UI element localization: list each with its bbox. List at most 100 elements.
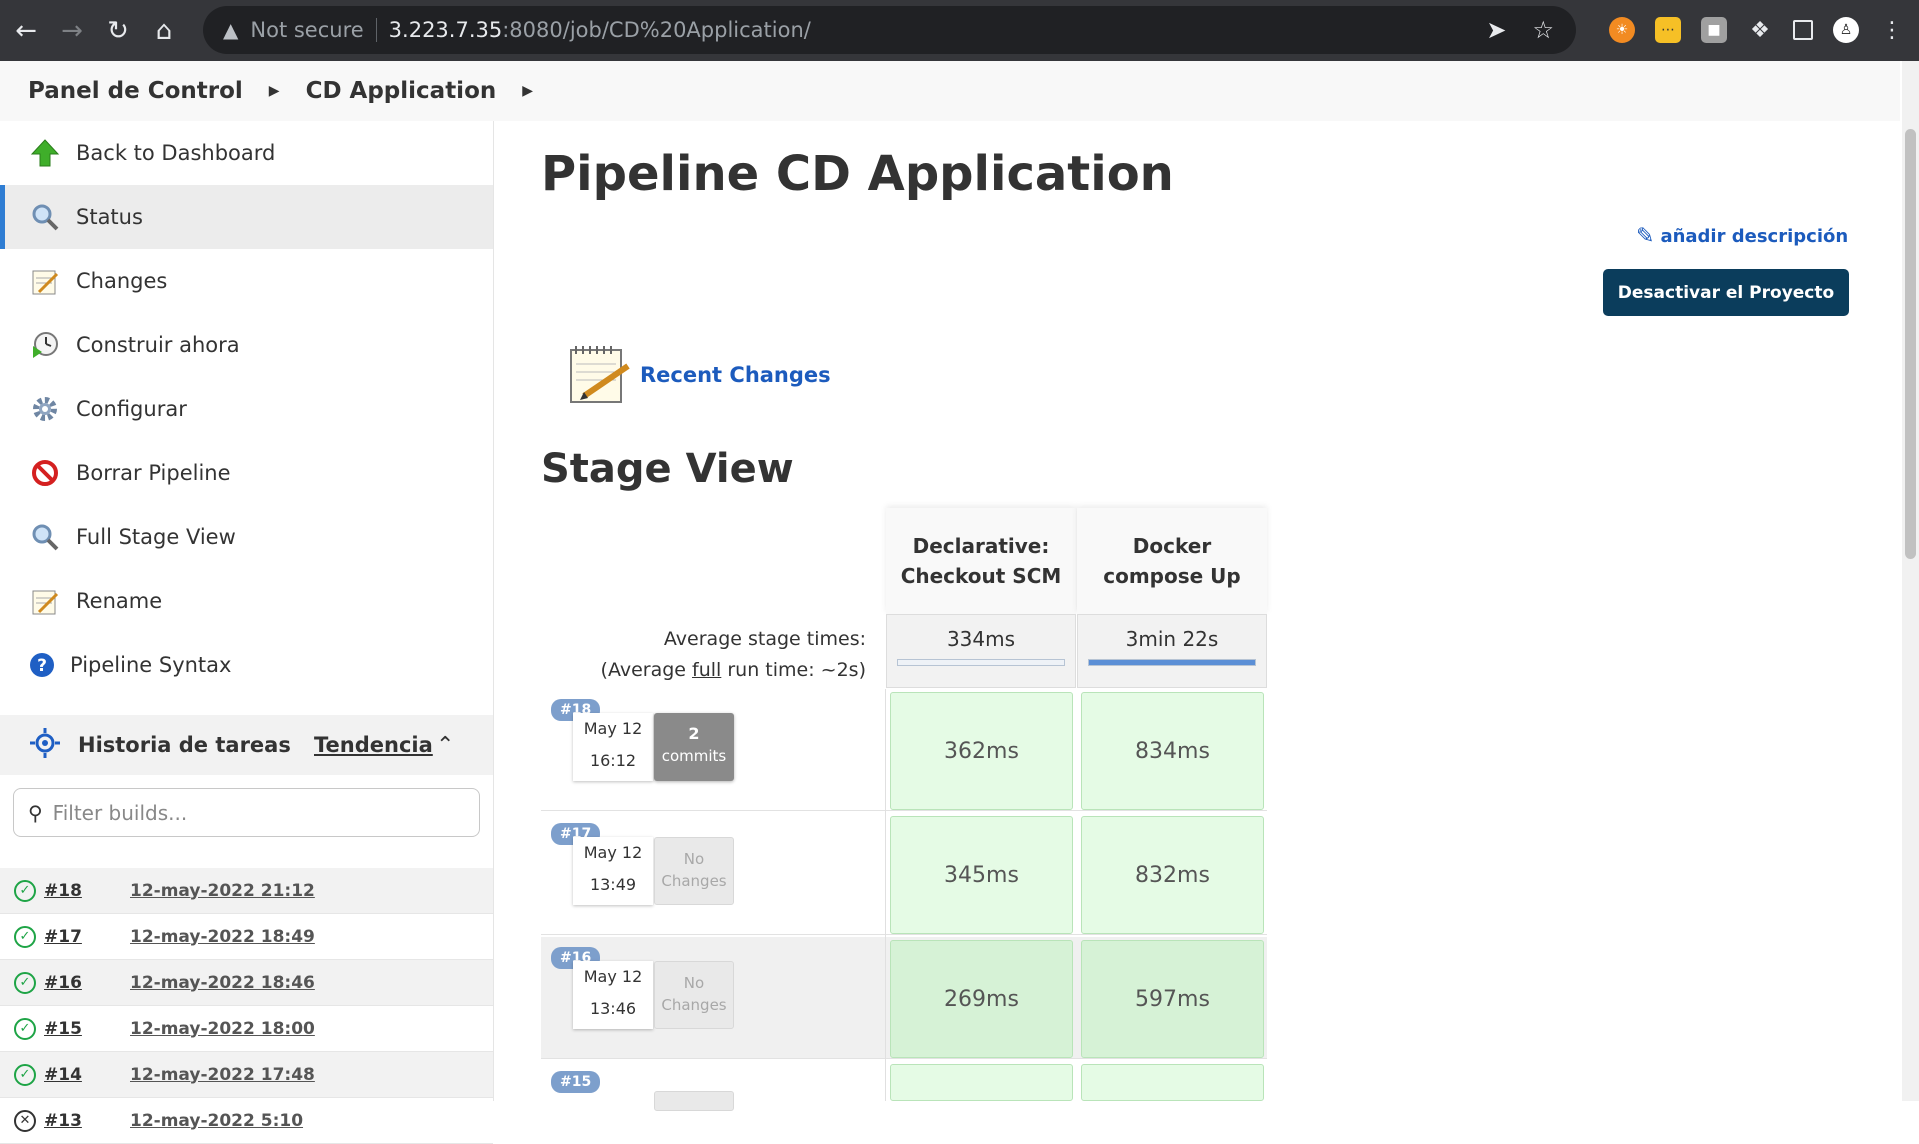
stage-cell[interactable]: 269ms: [890, 940, 1073, 1058]
stage-cell[interactable]: 834ms: [1081, 692, 1264, 810]
breadcrumb: Panel de Control ▶ CD Application ▶: [0, 61, 1900, 121]
success-icon: ✓: [14, 971, 36, 994]
build-date[interactable]: 12-may-2022 18:49: [130, 927, 315, 947]
sidebar: Back to Dashboard Status Changes Constru…: [0, 121, 494, 1144]
recent-changes-label: Recent Changes: [640, 363, 831, 387]
stage-header: Declarative: Checkout SCM: [886, 508, 1076, 614]
notepad-icon: [28, 584, 62, 618]
build-row[interactable]: ✓ #16 12-may-2022 18:46: [0, 960, 493, 1006]
commits-card[interactable]: 2 commits: [654, 713, 734, 781]
build-date[interactable]: 12-may-2022 17:48: [130, 1065, 315, 1085]
build-number[interactable]: #18: [44, 881, 130, 901]
back-icon[interactable]: ←: [6, 11, 46, 51]
build-history-header: Historia de tareas Tendencia ⌃: [0, 715, 493, 775]
success-icon: ✓: [14, 1017, 36, 1040]
success-icon: ✓: [14, 879, 36, 902]
build-date[interactable]: 12-may-2022 21:12: [130, 881, 315, 901]
build-row[interactable]: ✕ #13 12-may-2022 5:10: [0, 1098, 493, 1144]
chevron-right-icon[interactable]: ▶: [269, 83, 280, 99]
stage-cell[interactable]: [1081, 1064, 1264, 1101]
svg-text:?: ?: [37, 656, 47, 676]
sidebar-item-build-now[interactable]: Construir ahora: [0, 313, 493, 377]
no-changes-card: No Changes: [654, 837, 734, 905]
success-icon: ✓: [14, 1063, 36, 1086]
sidebar-item-full-stage-view[interactable]: Full Stage View: [0, 505, 493, 569]
filter-builds-input[interactable]: ⚲ Filter builds...: [13, 788, 480, 837]
sidebar-item-back-to-dashboard[interactable]: Back to Dashboard: [0, 121, 493, 185]
stage-cell[interactable]: 832ms: [1081, 816, 1264, 934]
address-bar[interactable]: ▲ Not secure 3.223.7.35:8080/job/CD%20Ap…: [203, 6, 1576, 54]
extension-sun-icon[interactable]: ☀: [1609, 17, 1635, 43]
url-text[interactable]: 3.223.7.35:8080/job/CD%20Application/: [389, 18, 811, 42]
stage-average-bar: [1088, 659, 1256, 666]
no-changes-card: [654, 1091, 734, 1111]
sidebar-item-label: Construir ahora: [76, 333, 240, 357]
send-icon[interactable]: ➤: [1486, 16, 1506, 44]
build-number[interactable]: #13: [44, 1111, 130, 1131]
build-date[interactable]: 12-may-2022 18:46: [130, 973, 315, 993]
sidebar-item-status[interactable]: Status: [0, 185, 493, 249]
stage-cell[interactable]: 345ms: [890, 816, 1073, 934]
sidebar-item-delete-pipeline[interactable]: Borrar Pipeline: [0, 441, 493, 505]
scrollbar-thumb[interactable]: [1905, 129, 1916, 559]
run-info[interactable]: #18 May 12 16:12 2 commits: [541, 689, 886, 813]
chevron-up-icon[interactable]: ⌃: [436, 733, 454, 758]
build-history-title: Historia de tareas: [78, 733, 291, 757]
up-arrow-icon: [28, 136, 62, 170]
trend-link[interactable]: Tendencia: [314, 733, 433, 757]
home-icon[interactable]: ⌂: [144, 11, 184, 51]
sidebar-item-label: Configurar: [76, 397, 187, 421]
extension-grey-icon[interactable]: ■: [1701, 17, 1727, 43]
breadcrumb-dashboard[interactable]: Panel de Control: [28, 78, 243, 104]
build-date[interactable]: 12-may-2022 5:10: [130, 1111, 303, 1131]
run-info[interactable]: #15: [541, 1061, 886, 1111]
sidepanel-icon[interactable]: [1793, 20, 1813, 40]
build-row[interactable]: ✓ #15 12-may-2022 18:00: [0, 1006, 493, 1052]
stage-name: Docker: [1132, 534, 1212, 558]
build-number[interactable]: #17: [44, 927, 130, 947]
run-date-card: May 12 13:49: [573, 837, 653, 905]
add-description-link[interactable]: ✎ añadir descripción: [1636, 224, 1848, 249]
breadcrumb-job[interactable]: CD Application: [306, 78, 497, 104]
sidebar-item-configure[interactable]: Configurar: [0, 377, 493, 441]
menu-icon[interactable]: ⋮: [1879, 17, 1905, 43]
sidebar-item-rename[interactable]: Rename: [0, 569, 493, 633]
extension-dots-icon[interactable]: ⋯: [1655, 17, 1681, 43]
sidebar-item-changes[interactable]: Changes: [0, 249, 493, 313]
recent-changes-link[interactable]: Recent Changes: [566, 340, 831, 410]
run-info[interactable]: #17 May 12 13:49 No Changes: [541, 813, 886, 937]
stage-cell[interactable]: 597ms: [1081, 940, 1264, 1058]
run-badge[interactable]: #15: [551, 1071, 601, 1093]
build-number[interactable]: #15: [44, 1019, 130, 1039]
sidebar-item-label: Full Stage View: [76, 525, 236, 549]
no-changes-card: No Changes: [654, 961, 734, 1029]
browser-toolbar: ← → ↻ ⌂ ▲ Not secure 3.223.7.35:8080/job…: [0, 0, 1919, 61]
build-number[interactable]: #16: [44, 973, 130, 993]
star-icon[interactable]: ☆: [1532, 16, 1554, 44]
disable-project-button[interactable]: Desactivar el Proyecto: [1603, 269, 1849, 316]
run-info[interactable]: #16 May 12 13:46 No Changes: [541, 937, 886, 1061]
build-row[interactable]: ✓ #18 12-may-2022 21:12: [0, 868, 493, 914]
chevron-right-icon[interactable]: ▶: [522, 83, 533, 99]
search-icon: [28, 200, 62, 234]
page-scrollbar[interactable]: [1902, 61, 1919, 1101]
puzzle-icon[interactable]: ❖: [1747, 17, 1773, 43]
stage-view-title: Stage View: [541, 446, 794, 492]
build-date[interactable]: 12-may-2022 18:00: [130, 1019, 315, 1039]
forward-icon[interactable]: →: [52, 11, 92, 51]
reload-icon[interactable]: ↻: [98, 11, 138, 51]
search-icon: [28, 520, 62, 554]
profile-avatar[interactable]: ♙: [1833, 17, 1859, 43]
build-number[interactable]: #14: [44, 1065, 130, 1085]
stage-cell[interactable]: 362ms: [890, 692, 1073, 810]
stage-cell[interactable]: [890, 1064, 1073, 1101]
sidebar-item-label: Pipeline Syntax: [70, 653, 232, 677]
stage-average: 3min 22s: [1077, 614, 1267, 688]
stage-average: 334ms: [886, 614, 1076, 688]
build-row[interactable]: ✓ #17 12-may-2022 18:49: [0, 914, 493, 960]
build-history-icon: [28, 726, 62, 764]
build-row[interactable]: ✓ #14 12-may-2022 17:48: [0, 1052, 493, 1098]
stage-name: Declarative:: [912, 534, 1050, 558]
run-date-card: May 12 13:46: [573, 961, 653, 1029]
sidebar-item-pipeline-syntax[interactable]: ? Pipeline Syntax: [0, 633, 493, 697]
